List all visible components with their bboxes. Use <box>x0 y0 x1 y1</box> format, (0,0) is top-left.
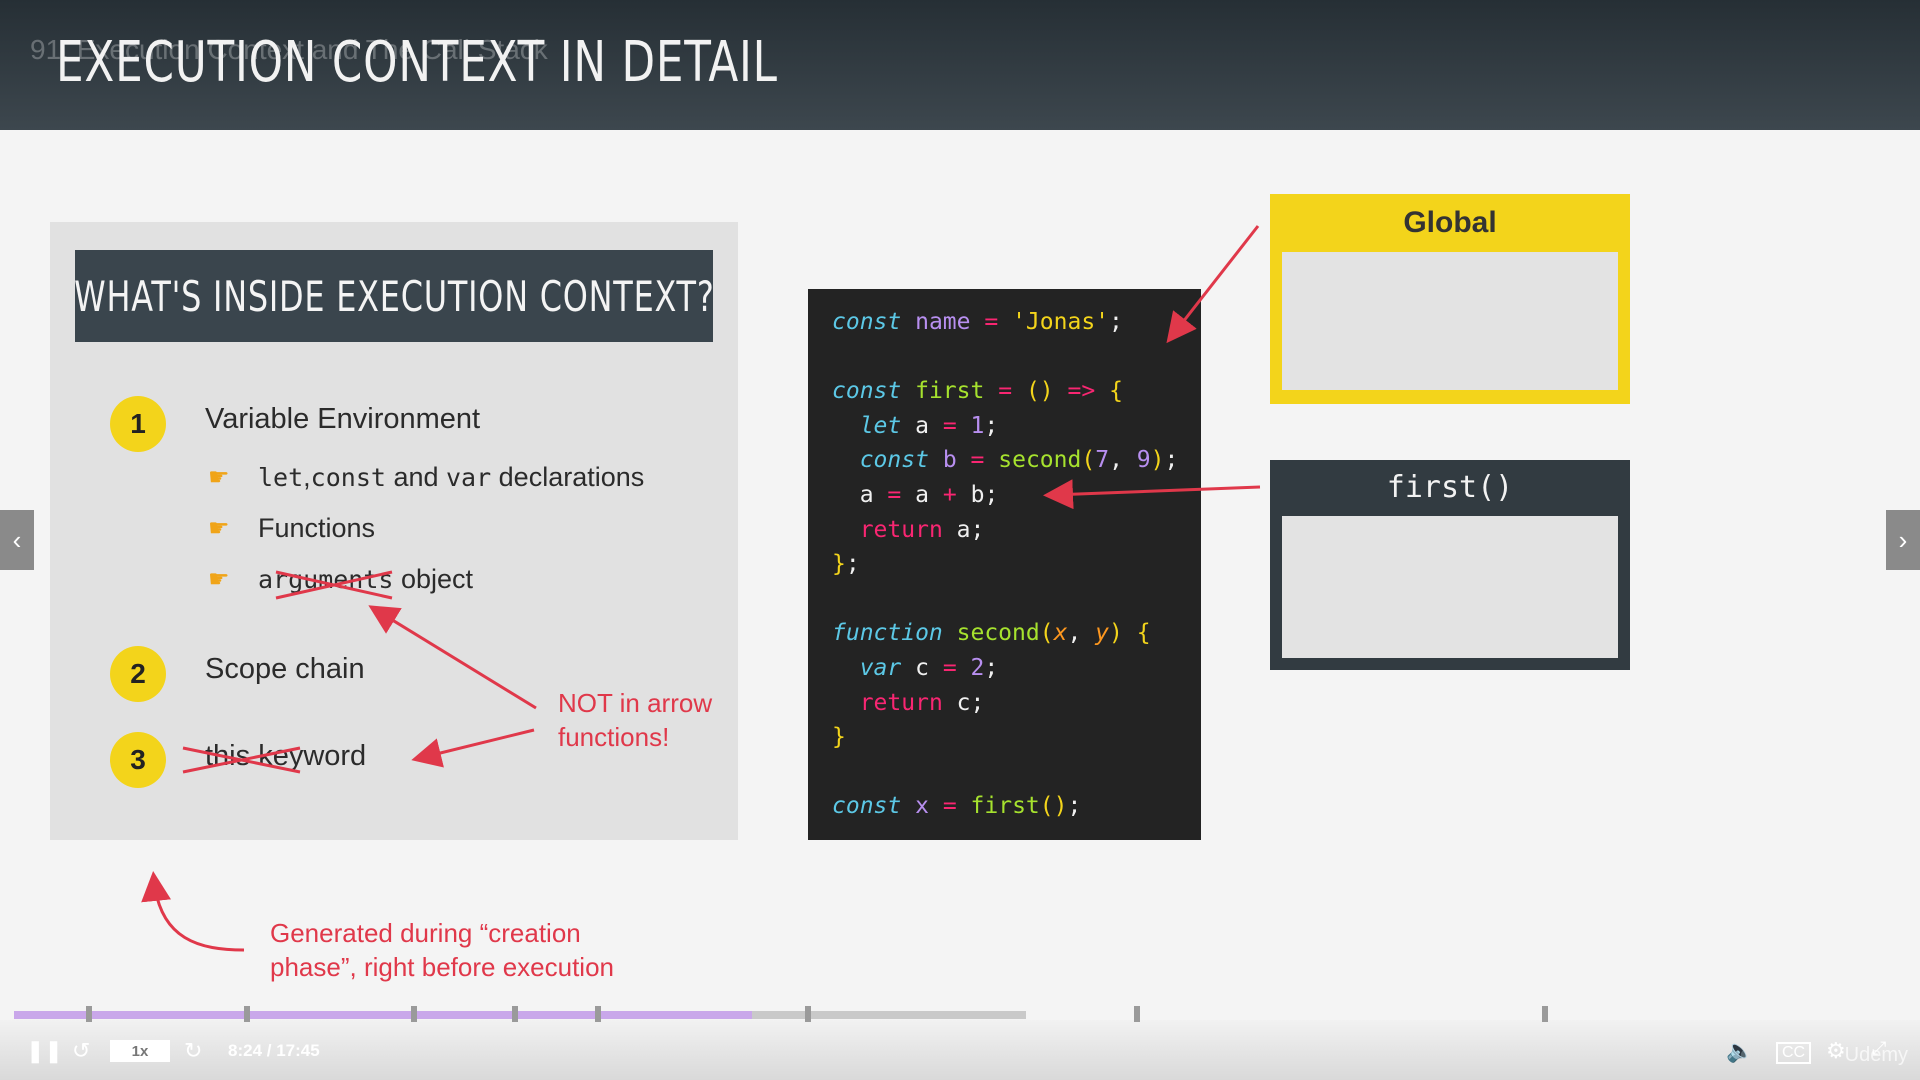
volume-icon[interactable]: 🔈 <box>1726 1038 1753 1064</box>
next-lecture-button[interactable]: › <box>1886 510 1920 570</box>
annotation-overlay <box>141 225 1261 952</box>
chapter-marker[interactable] <box>595 1006 601 1022</box>
chevron-right-icon: › <box>1898 524 1908 555</box>
playback-time: 8:24 / 17:45 <box>228 1041 320 1060</box>
chapter-marker[interactable] <box>1542 1006 1548 1022</box>
gear-icon[interactable]: ⚙ <box>1826 1038 1846 1064</box>
playback-speed-button[interactable]: 1x <box>110 1040 170 1062</box>
chevron-left-icon: ‹ <box>12 524 22 555</box>
rewind-icon[interactable]: ↺ <box>72 1038 90 1064</box>
arrow-global-to-code <box>1166 225 1260 344</box>
chapter-marker[interactable] <box>1134 1006 1140 1022</box>
arrow-to-panel <box>141 871 245 952</box>
chapter-marker[interactable] <box>512 1006 518 1022</box>
brand-watermark: Udemy <box>1844 1044 1908 1066</box>
progress-bar[interactable] <box>14 1011 1026 1019</box>
captions-icon[interactable]: CC <box>1776 1042 1812 1064</box>
chapter-marker[interactable] <box>805 1006 811 1022</box>
arrow-to-arguments <box>368 605 537 710</box>
chapter-marker[interactable] <box>86 1006 92 1022</box>
arrow-to-this <box>411 728 535 768</box>
chapter-marker[interactable] <box>244 1006 250 1022</box>
pause-icon[interactable]: ❚❚ <box>26 1038 63 1064</box>
chapter-marker[interactable] <box>411 1006 417 1022</box>
forward-icon[interactable]: ↻ <box>184 1038 202 1064</box>
previous-lecture-button[interactable]: ‹ <box>0 510 34 570</box>
progress-fill <box>14 1011 752 1019</box>
arrow-first-to-code <box>1043 479 1261 510</box>
